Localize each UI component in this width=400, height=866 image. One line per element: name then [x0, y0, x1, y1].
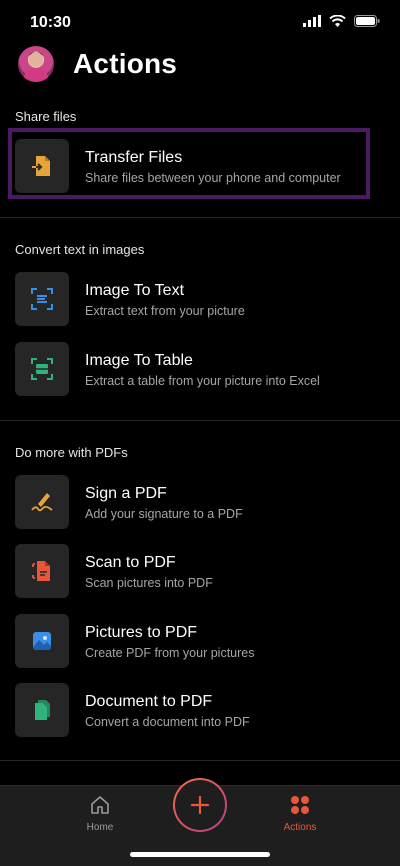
section-header: Share files: [15, 109, 77, 124]
status-time: 10:30: [30, 14, 71, 31]
section-divider: [0, 217, 400, 218]
action-transfer-files[interactable]: Transfer Files Share files between your …: [15, 139, 385, 195]
action-title: Pictures to PDF: [85, 624, 198, 641]
avatar[interactable]: [18, 46, 54, 82]
page-title: Actions: [73, 48, 178, 79]
action-scan-pdf[interactable]: Scan to PDF Scan pictures into PDF: [15, 544, 385, 600]
action-document-pdf[interactable]: Document to PDF Convert a document into …: [15, 683, 385, 739]
status-icons: [303, 15, 380, 27]
section-divider: [0, 760, 400, 761]
home-icon: [91, 796, 109, 814]
action-subtitle: Convert a document into PDF: [85, 715, 250, 729]
pictures-icon: [15, 614, 69, 668]
create-button[interactable]: [173, 778, 227, 832]
action-title: Sign a PDF: [85, 485, 167, 502]
header: Actions: [0, 44, 400, 88]
section-divider: [0, 420, 400, 421]
tab-home[interactable]: Home: [60, 794, 140, 833]
wifi-icon: [329, 15, 346, 27]
action-subtitle: Add your signature to a PDF: [85, 507, 243, 521]
tab-actions[interactable]: Actions: [260, 794, 340, 833]
action-subtitle: Share files between your phone and compu…: [85, 171, 341, 185]
tab-label: Home: [86, 822, 114, 833]
action-subtitle: Scan pictures into PDF: [85, 576, 213, 590]
plus-icon: [190, 795, 210, 815]
action-image-to-text[interactable]: Image To Text Extract text from your pic…: [15, 272, 385, 328]
battery-icon: [354, 15, 380, 27]
signal-icon: [303, 15, 321, 27]
tab-label: Actions: [283, 822, 317, 833]
grid-icon: [291, 796, 309, 814]
home-indicator: [130, 852, 270, 857]
action-image-to-table[interactable]: Image To Table Extract a table from your…: [15, 342, 385, 398]
action-title: Scan to PDF: [85, 554, 176, 571]
image-to-table-icon: [15, 342, 69, 396]
action-subtitle: Create PDF from your pictures: [85, 646, 255, 660]
action-title: Transfer Files: [85, 149, 183, 166]
signature-icon: [15, 475, 69, 529]
action-title: Image To Text: [85, 282, 185, 299]
action-pictures-pdf[interactable]: Pictures to PDF Create PDF from your pic…: [15, 614, 385, 670]
scan-pdf-icon: [15, 544, 69, 598]
section-header: Do more with PDFs: [15, 445, 128, 460]
section-header: Convert text in images: [15, 242, 145, 257]
action-sign-pdf[interactable]: Sign a PDF Add your signature to a PDF: [15, 475, 385, 531]
image-to-text-icon: [15, 272, 69, 326]
action-title: Image To Table: [85, 352, 193, 369]
action-subtitle: Extract a table from your picture into E…: [85, 374, 320, 388]
transfer-icon: [15, 139, 69, 193]
status-bar: 10:30: [0, 0, 400, 46]
action-title: Document to PDF: [85, 693, 213, 710]
action-subtitle: Extract text from your picture: [85, 304, 245, 318]
document-icon: [15, 683, 69, 737]
